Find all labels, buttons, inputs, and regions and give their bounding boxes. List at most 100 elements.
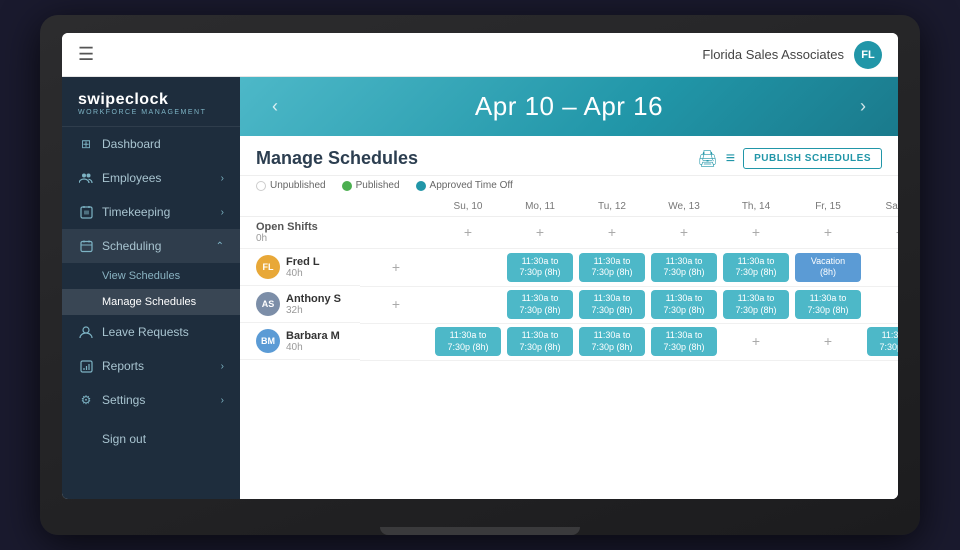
table-row-fred: FL Fred L 40h + 11:30a to7:30p (8h) 11:3 bbox=[240, 249, 898, 287]
add-shift-su-open[interactable]: + bbox=[464, 225, 472, 239]
chevron-down-icon: › bbox=[221, 395, 224, 406]
open-shifts-tu[interactable]: + bbox=[576, 217, 648, 249]
sidebar-item-timekeeping[interactable]: Timekeeping › bbox=[62, 195, 240, 229]
legend-published: Published bbox=[342, 180, 400, 191]
open-shifts-label: Open Shifts bbox=[256, 221, 357, 233]
col-tu12: Tu, 12 bbox=[576, 197, 648, 217]
sidebar-item-leave-requests[interactable]: Leave Requests bbox=[62, 315, 240, 349]
reports-icon bbox=[78, 358, 94, 374]
fred-fr[interactable]: Vacation(8h) bbox=[792, 249, 864, 287]
anthony-su bbox=[432, 286, 504, 323]
barbara-sa[interactable]: 11:30a to7:30p (8h) bbox=[864, 323, 898, 360]
col-su10: Su, 10 bbox=[432, 197, 504, 217]
fred-fr-vacation[interactable]: Vacation(8h) bbox=[795, 253, 861, 282]
add-shift-barbara-fr[interactable]: + bbox=[824, 334, 832, 348]
company-avatar: FL bbox=[854, 41, 882, 69]
barbara-we-shift[interactable]: 11:30a to7:30p (8h) bbox=[651, 327, 717, 356]
print-icon[interactable]: 🖨 bbox=[697, 149, 717, 169]
open-shifts-label-cell: Open Shifts 0h bbox=[240, 217, 360, 249]
anthony-mo-shift[interactable]: 11:30a to7:30p (8h) bbox=[507, 290, 573, 319]
approved-time-off-indicator bbox=[416, 181, 426, 191]
fred-mo-shift[interactable]: 11:30a to7:30p (8h) bbox=[507, 253, 573, 282]
add-shift-anthony[interactable]: + bbox=[392, 297, 400, 311]
sidebar-item-signout[interactable]: Sign out bbox=[62, 423, 240, 455]
schedule-header-row: Manage Schedules 🖨 ≡ PUBLISH SCHEDULES bbox=[240, 136, 898, 176]
open-shifts-we[interactable]: + bbox=[648, 217, 720, 249]
barbara-name: Barbara M bbox=[286, 330, 340, 342]
fred-th[interactable]: 11:30a to7:30p (8h) bbox=[720, 249, 792, 287]
anthony-fr[interactable]: 11:30a to7:30p (8h) bbox=[792, 286, 864, 323]
laptop-shell: ☰ Florida Sales Associates FL swipeclock… bbox=[40, 15, 920, 535]
chevron-up-icon: ⌃ bbox=[216, 241, 224, 252]
anthony-tu[interactable]: 11:30a to7:30p (8h) bbox=[576, 286, 648, 323]
table-row-barbara: BM Barbara M 40h 11:30a to7:30p (8h) 11:… bbox=[240, 323, 898, 360]
open-shifts-sa[interactable]: + bbox=[864, 217, 898, 249]
anthony-th[interactable]: 11:30a to7:30p (8h) bbox=[720, 286, 792, 323]
anthony-fr-shift[interactable]: 11:30a to7:30p (8h) bbox=[795, 290, 861, 319]
barbara-su-shift[interactable]: 11:30a to7:30p (8h) bbox=[435, 327, 501, 356]
barbara-sa-shift[interactable]: 11:30a to7:30p (8h) bbox=[867, 327, 898, 356]
open-shifts-mo[interactable]: + bbox=[504, 217, 576, 249]
fred-tu-shift[interactable]: 11:30a to7:30p (8h) bbox=[579, 253, 645, 282]
add-shift-we-open[interactable]: + bbox=[680, 225, 688, 239]
barbara-su[interactable]: 11:30a to7:30p (8h) bbox=[432, 323, 504, 360]
barbara-fr[interactable]: + bbox=[792, 323, 864, 360]
barbara-mo-shift[interactable]: 11:30a to7:30p (8h) bbox=[507, 327, 573, 356]
publish-schedules-button[interactable]: PUBLISH SCHEDULES bbox=[743, 148, 882, 169]
fred-tu[interactable]: 11:30a to7:30p (8h) bbox=[576, 249, 648, 287]
anthony-info-cell: AS Anthony S 32h bbox=[240, 286, 360, 323]
schedule-actions: 🖨 ≡ PUBLISH SCHEDULES bbox=[697, 148, 882, 169]
fred-mo[interactable]: 11:30a to7:30p (8h) bbox=[504, 249, 576, 287]
add-shift-mo-open[interactable]: + bbox=[536, 225, 544, 239]
sidebar-subitem-view-schedules[interactable]: View Schedules bbox=[62, 263, 240, 289]
add-shift-fr-open[interactable]: + bbox=[824, 225, 832, 239]
filter-icon[interactable]: ≡ bbox=[726, 150, 735, 168]
prev-week-button[interactable]: ‹ bbox=[264, 96, 286, 117]
barbara-we[interactable]: 11:30a to7:30p (8h) bbox=[648, 323, 720, 360]
barbara-th[interactable]: + bbox=[720, 323, 792, 360]
barbara-mo[interactable]: 11:30a to7:30p (8h) bbox=[504, 323, 576, 360]
sidebar-item-scheduling[interactable]: Scheduling ⌃ bbox=[62, 229, 240, 263]
open-shifts-th[interactable]: + bbox=[720, 217, 792, 249]
sidebar-subitem-manage-schedules[interactable]: Manage Schedules bbox=[62, 289, 240, 315]
open-shifts-fr[interactable]: + bbox=[792, 217, 864, 249]
add-shift-sa-open[interactable]: + bbox=[896, 225, 898, 239]
add-shift-fred[interactable]: + bbox=[392, 260, 400, 274]
schedule-panel: Manage Schedules 🖨 ≡ PUBLISH SCHEDULES U… bbox=[240, 136, 898, 499]
anthony-sa bbox=[864, 286, 898, 323]
barbara-tu[interactable]: 11:30a to7:30p (8h) bbox=[576, 323, 648, 360]
barbara-plus bbox=[360, 323, 432, 360]
open-shifts-su[interactable]: + bbox=[432, 217, 504, 249]
fred-we-shift[interactable]: 11:30a to7:30p (8h) bbox=[651, 253, 717, 282]
legend-unpublished-label: Unpublished bbox=[270, 180, 326, 191]
sidebar-item-reports[interactable]: Reports › bbox=[62, 349, 240, 383]
anthony-we-shift[interactable]: 11:30a to7:30p (8h) bbox=[651, 290, 717, 319]
sidebar-item-employees[interactable]: Employees › bbox=[62, 161, 240, 195]
hamburger-icon[interactable]: ☰ bbox=[78, 44, 94, 65]
published-indicator bbox=[342, 181, 352, 191]
open-shifts-plus-col bbox=[360, 217, 432, 249]
scheduling-icon bbox=[78, 238, 94, 254]
fred-we[interactable]: 11:30a to7:30p (8h) bbox=[648, 249, 720, 287]
sidebar-item-dashboard[interactable]: ⊞ Dashboard bbox=[62, 127, 240, 161]
anthony-plus[interactable]: + bbox=[360, 286, 432, 323]
sidebar-item-settings[interactable]: ⚙ Settings › bbox=[62, 383, 240, 417]
add-shift-th-open[interactable]: + bbox=[752, 225, 760, 239]
anthony-name: Anthony S bbox=[286, 293, 341, 305]
schedule-grid: Su, 10 Mo, 11 Tu, 12 We, 13 Th, 14 Fr, 1… bbox=[240, 197, 898, 361]
anthony-mo[interactable]: 11:30a to7:30p (8h) bbox=[504, 286, 576, 323]
barbara-tu-shift[interactable]: 11:30a to7:30p (8h) bbox=[579, 327, 645, 356]
fred-plus[interactable]: + bbox=[360, 249, 432, 287]
sidebar-item-label: Dashboard bbox=[102, 137, 224, 151]
anthony-we[interactable]: 11:30a to7:30p (8h) bbox=[648, 286, 720, 323]
next-week-button[interactable]: › bbox=[852, 96, 874, 117]
anthony-th-shift[interactable]: 11:30a to7:30p (8h) bbox=[723, 290, 789, 319]
barbara-hours: 40h bbox=[286, 342, 340, 353]
add-shift-tu-open[interactable]: + bbox=[608, 225, 616, 239]
sidebar-logo: swipeclock WORKFORCE MANAGEMENT bbox=[62, 77, 240, 127]
fred-th-shift[interactable]: 11:30a to7:30p (8h) bbox=[723, 253, 789, 282]
anthony-tu-shift[interactable]: 11:30a to7:30p (8h) bbox=[579, 290, 645, 319]
chevron-down-icon: › bbox=[221, 207, 224, 218]
add-shift-barbara-th[interactable]: + bbox=[752, 334, 760, 348]
sidebar: swipeclock WORKFORCE MANAGEMENT ⊞ Dashbo… bbox=[62, 77, 240, 499]
